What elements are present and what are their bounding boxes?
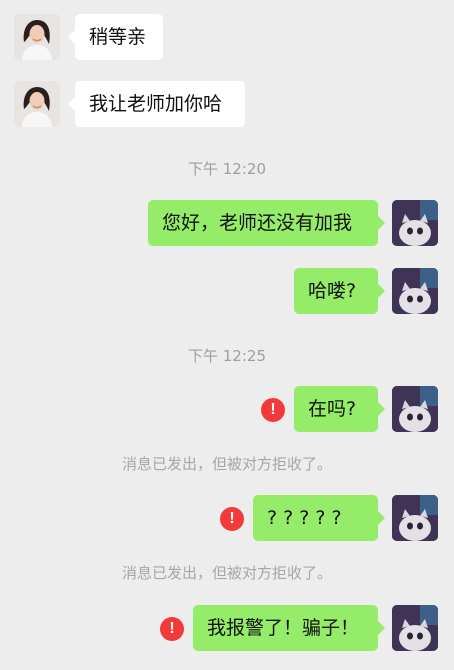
bubble-tail (378, 284, 385, 298)
contact-avatar[interactable] (14, 81, 60, 127)
cat-avatar-image (392, 495, 438, 541)
bubble-tail (378, 621, 385, 635)
message-bubble-outgoing[interactable]: ? ? ? ? ? (253, 495, 378, 541)
contact-avatar[interactable] (14, 14, 60, 60)
bubble-tail (378, 216, 385, 230)
my-avatar[interactable] (392, 495, 438, 541)
message-bubble-outgoing[interactable]: 在吗? (294, 386, 378, 432)
message-bubble-outgoing[interactable]: 我报警了！骗子！ (193, 605, 378, 651)
timestamp: 下午 12:25 (188, 347, 266, 365)
message-bubble-incoming[interactable]: 稍等亲 (75, 14, 163, 60)
my-avatar[interactable] (392, 605, 438, 651)
cat-avatar-image (392, 200, 438, 246)
message-bubble-outgoing[interactable]: 您好，老师还没有加我 (148, 200, 378, 246)
cat-avatar-image (392, 386, 438, 432)
contact-avatar-image (14, 81, 60, 127)
error-icon[interactable]: ! (261, 398, 285, 422)
rejected-notice: 消息已发出，但被对方拒收了。 (121, 455, 332, 473)
error-icon[interactable]: ! (160, 617, 184, 641)
contact-avatar-image (14, 14, 60, 60)
my-avatar[interactable] (392, 268, 438, 314)
my-avatar[interactable] (392, 200, 438, 246)
bubble-tail (68, 30, 75, 44)
bubble-tail (378, 402, 385, 416)
rejected-notice: 消息已发出，但被对方拒收了。 (121, 564, 332, 582)
error-icon[interactable]: ! (220, 507, 244, 531)
my-avatar[interactable] (392, 386, 438, 432)
message-bubble-outgoing[interactable]: 哈喽? (294, 268, 378, 314)
message-bubble-incoming[interactable]: 我让老师加你哈 (75, 81, 245, 127)
cat-avatar-image (392, 268, 438, 314)
bubble-tail (378, 511, 385, 525)
timestamp: 下午 12:20 (188, 160, 266, 178)
bubble-tail (68, 97, 75, 111)
cat-avatar-image (392, 605, 438, 651)
